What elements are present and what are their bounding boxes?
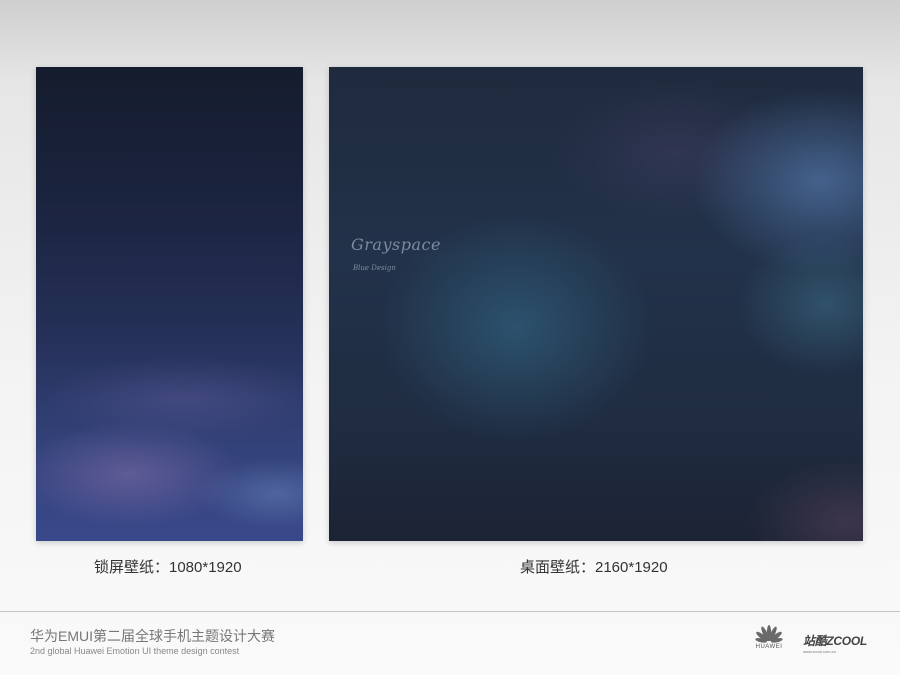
contest-subtitle: 2nd global Huawei Emotion UI theme desig…	[30, 646, 240, 656]
huawei-petal-icon	[755, 625, 783, 643]
contest-title: 华为EMUI第二届全球手机主题设计大赛	[30, 628, 275, 644]
lock-wallpaper-caption: 锁屏壁纸：1080*1920	[94, 559, 242, 576]
zcool-url: www.zcool.com.cn	[803, 649, 836, 654]
lock-screen-wallpaper-preview	[36, 67, 303, 541]
zcool-wordmark: 站酷ZCOOL	[803, 634, 867, 648]
footer-divider	[0, 611, 900, 612]
zcool-logo: 站酷ZCOOL www.zcool.com.cn	[803, 632, 867, 654]
huawei-wordmark: HUAWEI	[755, 644, 783, 650]
huawei-logo: HUAWEI	[752, 624, 786, 650]
wallpaper-signature-sub: Blue Design	[353, 264, 396, 272]
desktop-wallpaper-preview: Grayspace Blue Design	[329, 67, 863, 541]
wallpaper-signature: Grayspace	[351, 235, 441, 254]
desktop-wallpaper-caption: 桌面壁纸：2160*1920	[520, 559, 668, 576]
